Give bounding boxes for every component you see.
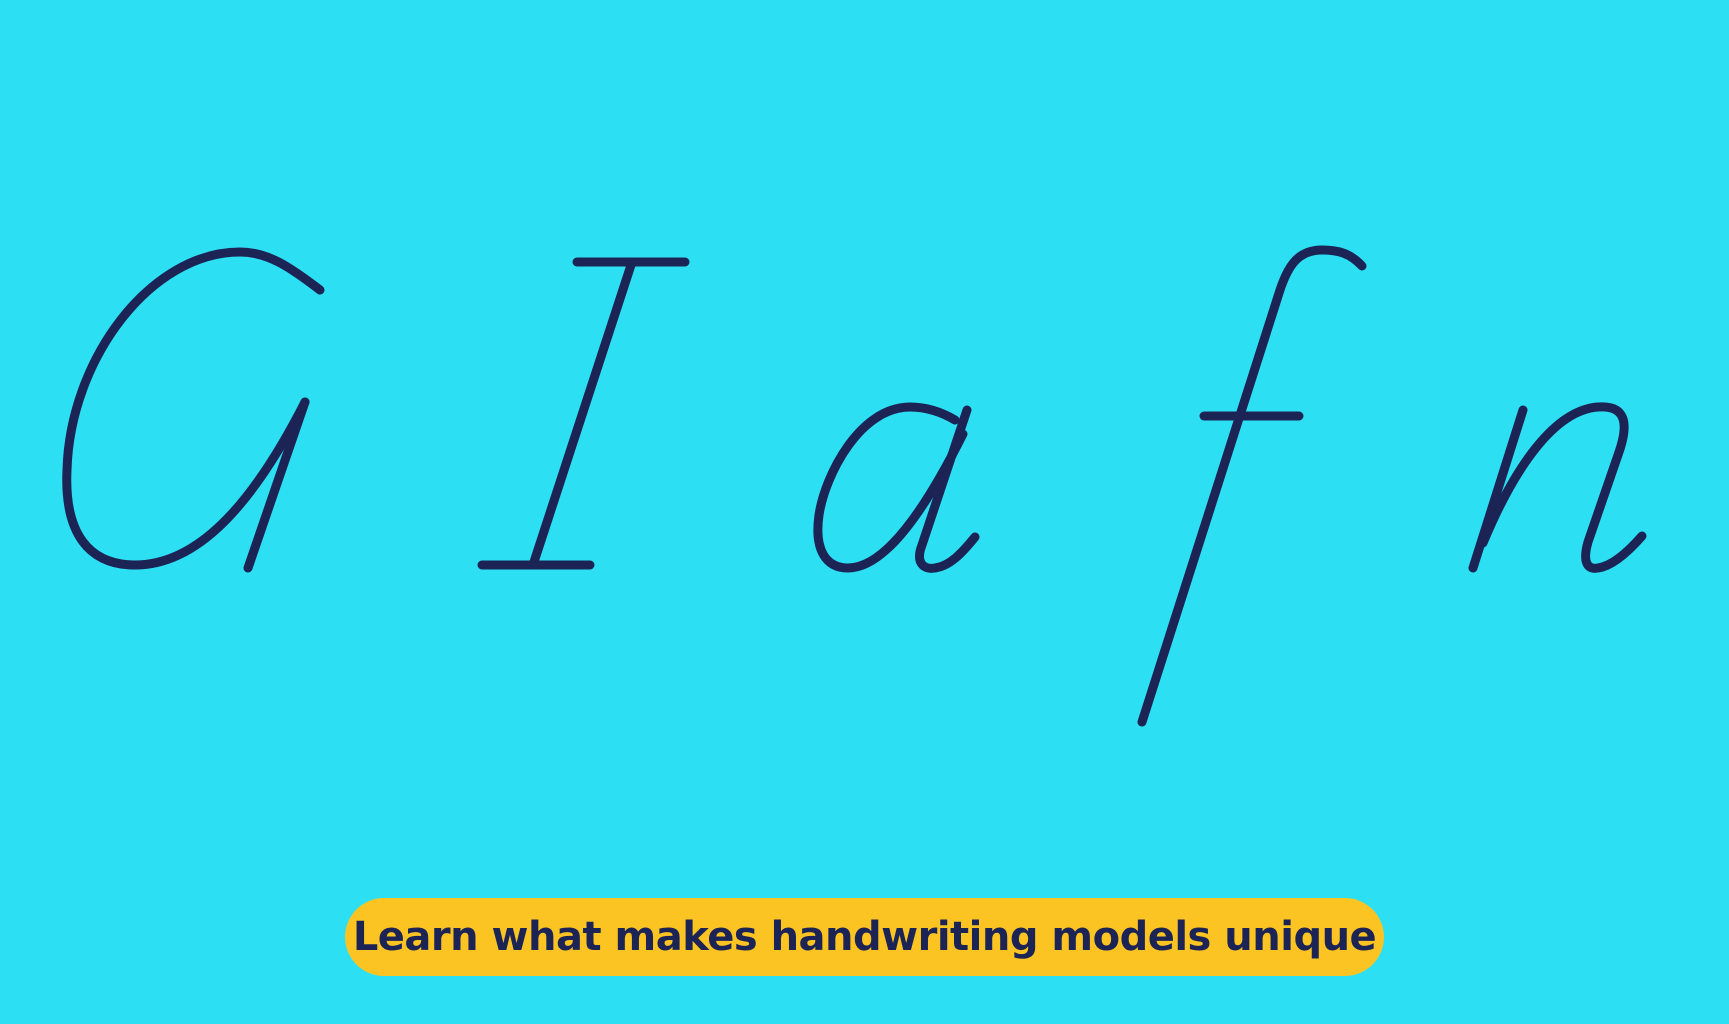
letter-cap-i: I bbox=[477, 257, 690, 570]
handwriting-sample-canvas: G I a f n Learn what makes handwriting m… bbox=[0, 0, 1729, 1024]
letter-sample-row: G I a f n bbox=[62, 245, 1647, 727]
letter-cap-g: G bbox=[62, 247, 325, 573]
letter-small-a: a bbox=[813, 402, 980, 573]
letter-small-n: n bbox=[1468, 402, 1647, 573]
learn-more-button[interactable]: Learn what makes handwriting models uniq… bbox=[345, 898, 1384, 976]
letter-small-f: f bbox=[1137, 245, 1367, 727]
